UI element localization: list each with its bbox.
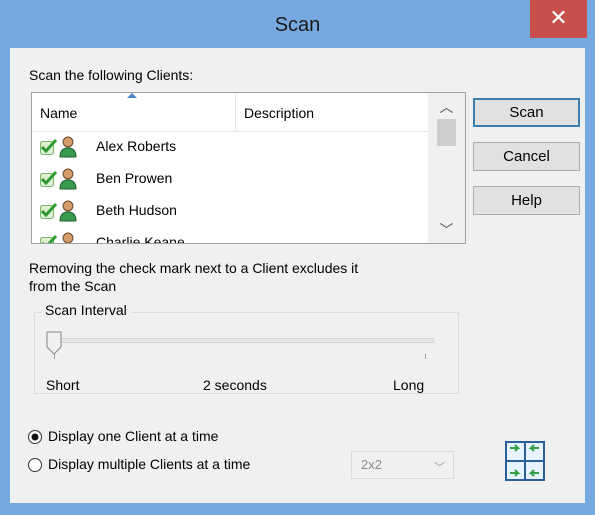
list-item[interactable]: Ben Prowen [32, 163, 428, 195]
scroll-thumb[interactable] [437, 119, 456, 146]
chevron-down-icon: ﹀ [434, 462, 445, 474]
list-item[interactable]: Alex Roberts [32, 131, 428, 163]
display-multiple-label[interactable]: Display multiple Clients at a time [48, 456, 250, 472]
cancel-button[interactable]: Cancel [473, 142, 580, 171]
client-name: Alex Roberts [96, 138, 177, 154]
slider-max-label: Long [393, 377, 425, 393]
user-icon [59, 232, 77, 243]
check-icon[interactable] [40, 138, 58, 158]
scan-button[interactable]: Scan [473, 98, 580, 127]
display-one-label[interactable]: Display one Client at a time [48, 428, 218, 444]
list-header: Name Description [32, 93, 428, 132]
check-icon[interactable] [40, 202, 58, 222]
layout-select-value: 2x2 [361, 457, 382, 472]
column-header-description[interactable]: Description [244, 105, 314, 121]
slider-value-label: 2 seconds [203, 377, 267, 393]
scan-dialog: Scan ✕ Scan the following Clients: Name … [0, 0, 595, 515]
user-icon [59, 200, 77, 225]
clients-caption: Scan the following Clients: [29, 67, 194, 83]
info-text-continued: from the Scan [29, 278, 117, 294]
slider-min-label: Short [46, 377, 80, 393]
clients-list[interactable]: Name Description Alex Roberts Ben Prowen… [31, 92, 466, 244]
radio-display-multiple[interactable] [28, 458, 42, 472]
client-name: Charlie Keane [96, 234, 185, 244]
slider-track[interactable] [46, 338, 434, 343]
client-name: Beth Hudson [96, 202, 177, 218]
close-button[interactable]: ✕ [530, 0, 587, 38]
scan-interval-label: Scan Interval [41, 302, 131, 318]
check-icon[interactable] [40, 234, 58, 243]
list-item[interactable]: Beth Hudson [32, 195, 428, 227]
scroll-down-icon[interactable]: ﹀ [428, 217, 465, 243]
layout-select: 2x2 ﹀ [351, 451, 454, 479]
list-item[interactable]: Charlie Keane [32, 227, 428, 244]
help-button[interactable]: Help [473, 186, 580, 215]
slider-tick [425, 354, 426, 359]
list-scrollbar[interactable]: ︿ ﹀ [428, 93, 465, 243]
user-icon [59, 168, 77, 193]
info-text: Removing the check mark next to a Client… [29, 260, 359, 276]
window-title: Scan [274, 14, 321, 36]
sort-ascending-icon [127, 93, 137, 98]
close-icon: ✕ [549, 5, 568, 30]
check-icon[interactable] [40, 170, 58, 190]
column-header-name[interactable]: Name [40, 105, 77, 121]
multi-view-icon [504, 440, 546, 485]
radio-display-one[interactable] [28, 430, 42, 444]
dialog-body: Scan the following Clients: Name Descrip… [10, 48, 585, 503]
column-divider[interactable] [235, 93, 236, 131]
title-bar: Scan ✕ [0, 0, 595, 48]
scroll-up-icon[interactable]: ︿ [428, 93, 465, 119]
slider-tick [54, 354, 55, 359]
client-name: Ben Prowen [96, 170, 173, 186]
user-icon [59, 136, 77, 161]
